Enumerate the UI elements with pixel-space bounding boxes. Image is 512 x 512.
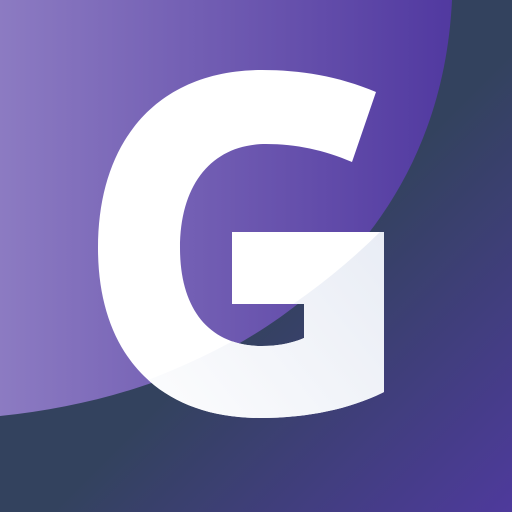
g-logo-icon xyxy=(0,0,512,512)
letter-g-shape xyxy=(98,70,384,418)
app-icon xyxy=(0,0,512,512)
